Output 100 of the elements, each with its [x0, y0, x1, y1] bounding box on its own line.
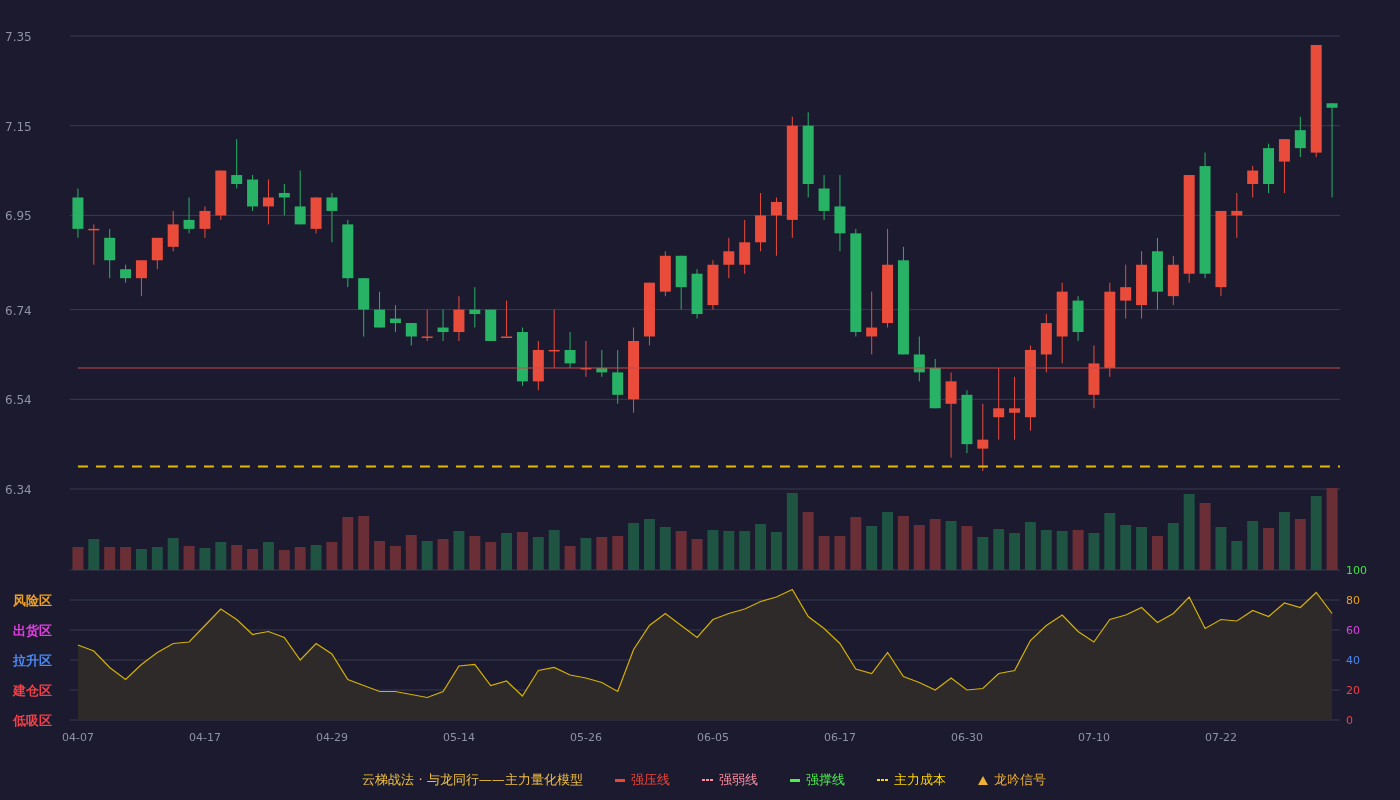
volume-bar [485, 542, 497, 570]
volume-bar [802, 512, 814, 570]
candlestick [755, 192, 767, 252]
candlestick [1263, 143, 1275, 194]
candlestick [1120, 264, 1132, 320]
candlestick [929, 358, 941, 409]
volume-bar [945, 521, 957, 570]
volume-bar [548, 530, 560, 570]
volume-bar [1247, 521, 1259, 570]
volume-bar [1199, 503, 1211, 570]
candlestick [374, 291, 386, 329]
candlestick [231, 138, 243, 189]
volume-bar [1231, 541, 1243, 570]
candlestick [262, 179, 274, 225]
legend-label: 强压线 [630, 771, 670, 789]
price-axis-label: 7.15 [5, 119, 32, 134]
volume-bar [469, 536, 481, 570]
volume-bar [215, 542, 227, 570]
candlestick [1294, 116, 1306, 158]
candlestick [104, 228, 116, 279]
candlestick [532, 340, 544, 391]
candlestick [421, 309, 433, 342]
date-label: 07-22 [1204, 731, 1237, 744]
candlestick [548, 309, 560, 369]
volume-bar [1009, 533, 1021, 570]
volume-bar [1072, 530, 1084, 570]
date-label: 04-07 [61, 731, 94, 744]
candlestick [501, 300, 513, 338]
zone-label: 拉升区 [13, 653, 52, 668]
volume-bar [1167, 523, 1179, 570]
oscillator-axis-label: 20 [1346, 684, 1360, 697]
candlestick [389, 304, 401, 333]
date-label: 05-14 [442, 731, 475, 744]
volume-bar [262, 542, 274, 570]
volume-bar [516, 532, 528, 570]
volume-bar [691, 539, 703, 570]
volume-bar [374, 541, 386, 570]
legend-label: 强弱线 [718, 771, 758, 789]
volume-bar [183, 546, 195, 570]
volume-bar [72, 547, 84, 570]
oscillator-axis-label: 100 [1346, 564, 1367, 577]
volume-bar [770, 532, 782, 570]
candlestick [485, 309, 497, 342]
volume-bar [1294, 519, 1306, 570]
volume-bar [310, 545, 322, 570]
volume-bar [389, 546, 401, 570]
volume-bar [675, 531, 687, 570]
zone-label: 低吸区 [13, 713, 52, 728]
volume-bar [1278, 512, 1290, 570]
candlestick [675, 255, 687, 311]
price-axis-label: 6.74 [5, 303, 32, 318]
volume-bar [247, 549, 259, 570]
volume-bar [294, 547, 306, 570]
oscillator-axis-label: 40 [1346, 654, 1360, 667]
candlestick [516, 327, 528, 387]
candlestick [199, 205, 211, 239]
volume-bar [961, 526, 973, 570]
volume-bar [326, 542, 338, 570]
legend-label: 主力成本 [893, 771, 946, 789]
candlestick [135, 259, 147, 297]
date-label: 05-26 [569, 731, 602, 744]
date-label: 06-17 [823, 731, 856, 744]
candlestick [120, 264, 132, 284]
candlestick [707, 259, 719, 311]
candlestick [215, 170, 227, 221]
volume-bar [104, 547, 116, 570]
legend-label: 龙吟信号 [993, 771, 1046, 789]
candlestick [818, 174, 830, 221]
date-label: 04-29 [315, 731, 348, 744]
volume-bar [612, 536, 624, 570]
volume-bar [421, 541, 433, 570]
price-axis-label: 6.34 [5, 483, 32, 497]
candlestick [278, 183, 290, 216]
candlestick [1167, 255, 1179, 306]
volume-bar [913, 525, 925, 570]
candlestick [1231, 192, 1243, 239]
volume-bar [723, 531, 735, 570]
volume-bar [437, 539, 449, 570]
volume-bar [707, 530, 719, 570]
volume-bar [120, 547, 132, 570]
volume-bar [1120, 525, 1132, 570]
volume-bar [1263, 528, 1275, 570]
candlestick [72, 188, 84, 239]
candlestick [1040, 313, 1052, 373]
volume-bar [755, 524, 767, 570]
volume-bar [993, 529, 1005, 570]
volume-bar [453, 531, 465, 570]
zone-label: 建仓区 [13, 683, 52, 698]
volume-bar [818, 536, 830, 570]
volume-bar [659, 527, 671, 570]
volume-bar [199, 548, 211, 570]
volume-bar [88, 539, 100, 570]
candlestick [326, 192, 338, 243]
candlestick [358, 277, 370, 337]
volume-bar [532, 537, 544, 570]
candlestick [977, 403, 989, 472]
volume-bar [1088, 533, 1100, 570]
candlestick [1136, 250, 1148, 320]
volume-bar [358, 516, 370, 570]
candlestick [437, 309, 449, 342]
